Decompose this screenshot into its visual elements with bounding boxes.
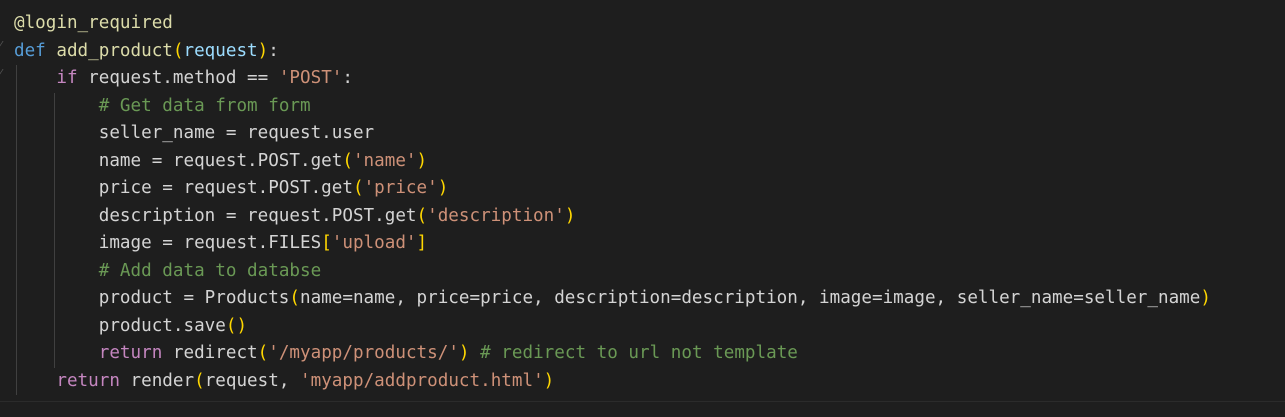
code-token: redirect [162, 343, 258, 363]
fold-chevron-icon[interactable]: ⁄ [0, 68, 10, 80]
editor-divider [0, 401, 1285, 402]
code-line[interactable]: return render(request, 'myapp/addproduct… [14, 367, 1211, 395]
code-line[interactable]: seller_name = request.user [14, 120, 1211, 148]
indent-guide [16, 147, 17, 175]
code-line[interactable]: # Get data from form [14, 92, 1211, 120]
code-token: ) [458, 343, 470, 363]
code-token: name=name, price=price, description=desc… [300, 288, 1201, 308]
code-token: [ [321, 233, 332, 253]
code-token: price = request.POST.get [14, 178, 353, 198]
indent-guide [16, 202, 17, 230]
indent-guide [54, 202, 56, 230]
code-token: ( [416, 205, 428, 226]
code-token: ( [342, 150, 353, 171]
code-token: ) [1200, 288, 1211, 308]
code-token: request [183, 40, 258, 61]
code-token: 'upload' [331, 233, 417, 253]
code-token: if [56, 68, 78, 88]
code-token: 'name' [352, 150, 417, 171]
code-token: return [98, 343, 163, 363]
code-token: name = request.POST.get [14, 150, 343, 171]
code-token: def [14, 40, 46, 61]
code-token: ( [172, 40, 184, 61]
code-token: ] [416, 233, 428, 253]
indent-guide [16, 312, 17, 340]
code-line[interactable]: if request.method == 'POST': [14, 65, 1211, 93]
indent-guide [16, 92, 17, 120]
code-token: # redirect to url not template [480, 343, 798, 363]
code-line[interactable]: price = request.POST.get('price') [14, 175, 1211, 203]
code-token: render [119, 370, 195, 391]
code-line[interactable]: @login_required [14, 10, 1211, 38]
indent-guide [16, 367, 17, 395]
code-line[interactable]: description = request.POST.get('descript… [14, 202, 1211, 230]
code-token: ( [257, 343, 269, 363]
code-token: request, [204, 370, 301, 391]
code-token: ) [437, 178, 449, 198]
code-token: 'description' [427, 205, 565, 226]
code-token: return [56, 370, 120, 391]
code-token: 'price' [363, 178, 438, 198]
code-token: # Add data to databse [98, 260, 322, 281]
code-token: seller_name = request.user [14, 123, 375, 143]
code-editor[interactable]: ⁄ ⁄ @login_required def add_product(reque… [0, 0, 1285, 417]
code-token: description = request.POST.get [14, 205, 417, 226]
indent-guide [54, 120, 56, 148]
code-token: ) [543, 370, 555, 391]
code-token: image = request.FILES [14, 233, 322, 253]
indent-guide [16, 120, 17, 148]
code-token: ( [352, 178, 364, 198]
code-token: ( [289, 288, 300, 308]
code-token: '/myapp/products/' [268, 343, 459, 363]
indent-guide [16, 257, 17, 285]
code-line[interactable]: # Add data to databse [14, 257, 1211, 285]
indent-guide [16, 285, 17, 313]
code-line[interactable]: product = Products(name=name, price=pric… [14, 285, 1211, 313]
indent-guide [16, 175, 17, 203]
indent-guide [54, 312, 56, 340]
code-token: request.method == [77, 68, 279, 88]
code-area[interactable]: @login_required def add_product(request):… [14, 10, 1211, 395]
code-line[interactable]: name = request.POST.get('name') [14, 147, 1211, 175]
code-line[interactable]: product.save() [14, 312, 1211, 340]
code-token: : [268, 40, 279, 61]
code-token: ) [416, 150, 428, 171]
indent-guide [54, 340, 56, 368]
fold-chevron-icon[interactable]: ⁄ [0, 40, 10, 52]
indent-guide [16, 230, 17, 258]
indent-guide [54, 175, 56, 203]
indent-guide [54, 92, 56, 120]
code-token: add_product [56, 40, 173, 61]
code-line[interactable]: def add_product(request): [14, 38, 1211, 66]
indent-guide [16, 340, 17, 368]
code-line[interactable]: image = request.FILES['upload'] [14, 230, 1211, 258]
code-token: : [342, 68, 353, 88]
code-token: @login_required [14, 13, 173, 33]
indent-guide [54, 147, 56, 175]
code-token: ) [564, 205, 576, 226]
code-token: 'myapp/addproduct.html' [300, 370, 544, 391]
indent-guide [16, 65, 17, 93]
indent-guide [54, 285, 56, 313]
code-token: () [225, 315, 248, 336]
code-token: ( [194, 370, 205, 391]
indent-guide [54, 257, 56, 285]
code-token: ) [257, 40, 269, 61]
code-token: 'POST' [278, 68, 343, 88]
code-token: # Get data from form [98, 95, 311, 116]
code-token: product.save [14, 315, 226, 336]
code-line[interactable]: return redirect('/myapp/products/') # re… [14, 340, 1211, 368]
indent-guide [54, 230, 56, 258]
